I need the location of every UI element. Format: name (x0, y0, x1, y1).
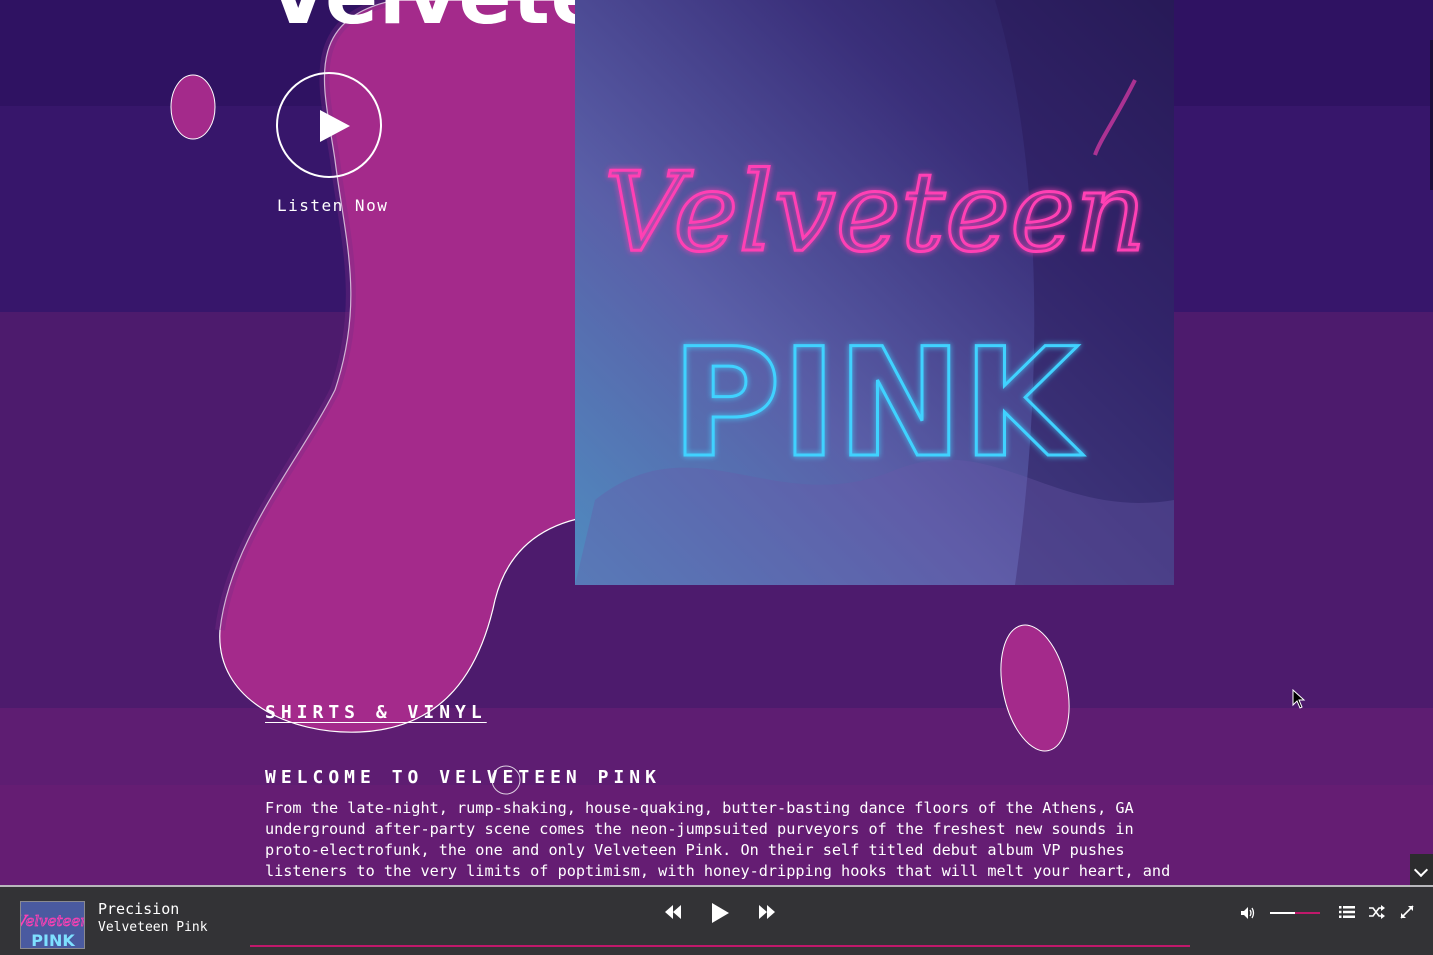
fullscreen-button[interactable] (1400, 905, 1414, 919)
volume-icon (1241, 907, 1255, 919)
play-icon (320, 110, 350, 142)
audio-player-bar: Velveteen PINK Precision Velveteen Pink (0, 885, 1433, 955)
welcome-body-text: From the late-night, rump-shaking, house… (265, 799, 1171, 880)
fullscreen-icon (1400, 905, 1414, 919)
album-script-text: Velveteen (604, 148, 1146, 276)
shuffle-button[interactable] (1369, 905, 1385, 919)
listen-now-label[interactable]: Listen Now (277, 196, 388, 215)
mute-button[interactable] (1240, 906, 1255, 920)
shuffle-icon (1369, 905, 1385, 919)
listen-now-play-button[interactable] (276, 72, 382, 178)
queue-list-icon (1339, 906, 1355, 918)
playback-progress-bar[interactable] (250, 945, 1190, 947)
album-block-text: PINK (671, 317, 1083, 491)
small-blob-left (170, 74, 216, 140)
volume-slider[interactable] (1270, 912, 1320, 914)
volume-slider-fill (1270, 912, 1295, 914)
thumb-block-text: PINK (31, 931, 75, 949)
thumb-script-text: Velveteen (21, 912, 85, 930)
play-pause-button[interactable] (710, 902, 730, 924)
shirts-vinyl-link[interactable]: SHIRTS & VINYL (265, 702, 487, 723)
large-blob (219, 0, 601, 733)
track-title: Precision (98, 900, 180, 918)
album-art: Velveteen PINK (575, 0, 1174, 585)
queue-button[interactable] (1339, 905, 1355, 919)
play-icon (712, 903, 729, 923)
chevron-down-icon (1413, 862, 1429, 878)
rewind-icon (665, 905, 681, 919)
next-track-button[interactable] (758, 904, 776, 920)
fast-forward-icon (759, 905, 775, 919)
track-artist: Velveteen Pink (98, 920, 208, 935)
mouse-cursor-icon (1292, 689, 1306, 709)
track-thumbnail[interactable]: Velveteen PINK (20, 901, 85, 949)
collapse-player-button[interactable] (1410, 854, 1433, 885)
previous-track-button[interactable] (664, 904, 682, 920)
welcome-heading: WELCOME TO VELVETEEN PINK (265, 767, 661, 788)
small-blob-right (1000, 624, 1070, 752)
